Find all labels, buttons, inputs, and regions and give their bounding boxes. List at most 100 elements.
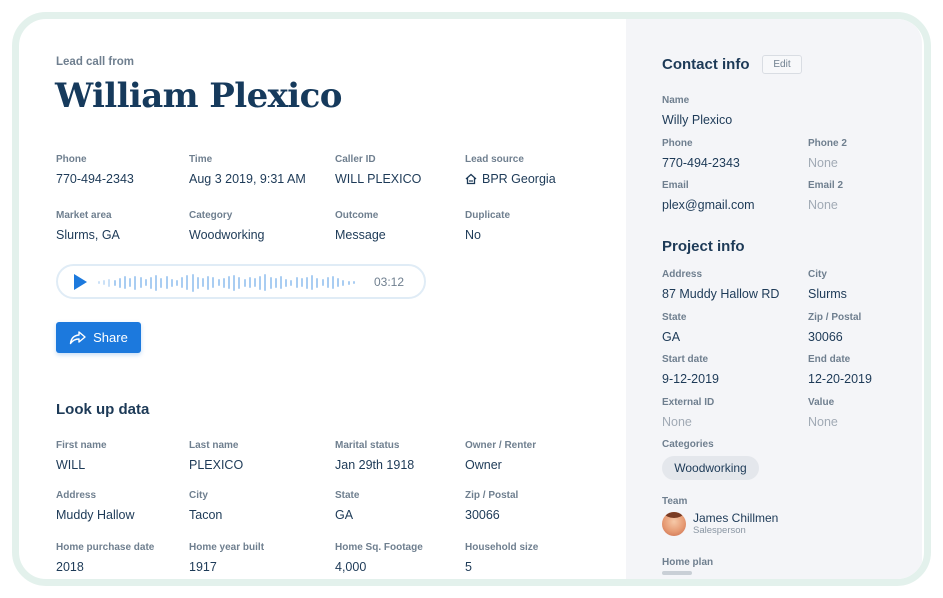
contact-project-panel: Contact info Edit Name Willy Plexico Pho… bbox=[626, 19, 922, 579]
field-label: Last name bbox=[189, 440, 239, 451]
field-label: Team bbox=[662, 496, 688, 507]
field-label: Zip / Postal bbox=[808, 312, 862, 323]
waveform-bar bbox=[311, 275, 314, 290]
field-label: Email 2 bbox=[808, 180, 844, 191]
lookup-home-purchase-date: Home purchase date 2018 bbox=[56, 542, 154, 574]
waveform-bar bbox=[300, 278, 303, 287]
share-button[interactable]: Share bbox=[56, 322, 141, 353]
field-label: State bbox=[335, 490, 360, 501]
field-value: Muddy Hallow bbox=[56, 508, 135, 522]
lookup-state: State GA bbox=[335, 490, 359, 522]
project-info-title: Project info bbox=[662, 238, 745, 255]
field-value: Message bbox=[335, 228, 386, 242]
house-icon bbox=[465, 173, 477, 185]
field-value: 9-12-2019 bbox=[662, 372, 719, 386]
lead-source-value[interactable]: BPR Georgia bbox=[465, 172, 556, 186]
waveform-bar bbox=[118, 277, 121, 288]
waveform-bar bbox=[306, 276, 308, 289]
lead-source-text: BPR Georgia bbox=[482, 172, 556, 186]
avatar[interactable] bbox=[662, 512, 686, 536]
field-label: Phone bbox=[662, 138, 693, 149]
waveform-bar bbox=[160, 277, 163, 288]
waveform-bar bbox=[129, 278, 132, 287]
field-value[interactable]: 770-494-2343 bbox=[56, 172, 134, 186]
contact-email: Email plex@gmail.com bbox=[662, 180, 755, 212]
waveform-bar bbox=[165, 276, 168, 289]
lead-details-pane: Lead call from William Plexico Phone 770… bbox=[19, 19, 626, 579]
field-value[interactable]: 770-494-2343 bbox=[662, 156, 740, 170]
waveform-bar bbox=[108, 278, 111, 287]
field-label: Time bbox=[189, 154, 213, 165]
field-label: End date bbox=[808, 354, 851, 365]
lead-eyebrow: Lead call from bbox=[56, 56, 134, 68]
waveform-bar bbox=[191, 273, 194, 292]
waveform-bar bbox=[176, 279, 178, 286]
play-icon[interactable] bbox=[74, 274, 87, 290]
waveform-bar bbox=[342, 279, 345, 286]
field-time: Time Aug 3 2019, 9:31 AM bbox=[189, 154, 306, 186]
waveform-bar bbox=[248, 277, 251, 288]
waveform-bar bbox=[321, 279, 324, 286]
lookup-address: Address Muddy Hallow bbox=[56, 490, 135, 522]
waveform-bar bbox=[259, 275, 262, 290]
waveform-bar bbox=[332, 276, 334, 289]
field-value: No bbox=[465, 228, 481, 242]
audio-waveform[interactable] bbox=[98, 271, 358, 294]
waveform-bar bbox=[352, 281, 355, 284]
waveform-bar bbox=[280, 276, 282, 289]
waveform-bar bbox=[217, 279, 220, 286]
waveform-bar bbox=[124, 276, 126, 289]
project-state: State GA bbox=[662, 312, 686, 344]
call-recording-player: 03:12 bbox=[56, 264, 426, 299]
waveform-bar bbox=[113, 279, 116, 286]
field-label: Address bbox=[56, 490, 97, 501]
field-label: City bbox=[808, 269, 827, 280]
field-label: Email bbox=[662, 180, 689, 191]
field-value: Willy Plexico bbox=[662, 113, 733, 127]
waveform-bar bbox=[316, 277, 319, 288]
field-label: Lead source bbox=[465, 154, 524, 165]
field-label: City bbox=[189, 490, 208, 501]
project-external-id: External ID None bbox=[662, 397, 714, 429]
field-category: Category Woodworking bbox=[189, 210, 265, 242]
field-market-area: Market area Slurms, GA bbox=[56, 210, 120, 242]
waveform-bar bbox=[186, 275, 189, 290]
team-member-role: Salesperson bbox=[693, 525, 746, 536]
lookup-household-size: Household size 5 bbox=[465, 542, 538, 574]
field-label: External ID bbox=[662, 397, 715, 408]
field-label: Household size bbox=[465, 542, 539, 553]
clipped-value bbox=[662, 571, 692, 575]
field-value: Jan 29th 1918 bbox=[335, 458, 415, 472]
edit-contact-button[interactable]: Edit bbox=[762, 55, 802, 74]
contact-info-title: Contact info bbox=[662, 56, 750, 73]
waveform-bar bbox=[274, 277, 277, 288]
field-value: 5 bbox=[465, 560, 472, 574]
waveform-bar bbox=[337, 278, 340, 287]
waveform-bar bbox=[98, 281, 100, 284]
project-end-date: End date 12-20-2019 bbox=[808, 354, 872, 386]
project-city: City Slurms bbox=[808, 269, 847, 301]
field-label: Home purchase date bbox=[56, 542, 155, 553]
recording-duration: 03:12 bbox=[374, 275, 405, 289]
lookup-zip: Zip / Postal 30066 bbox=[465, 490, 518, 522]
waveform-bar bbox=[222, 277, 225, 288]
field-label: Category bbox=[189, 210, 233, 221]
field-value: 1917 bbox=[189, 560, 217, 574]
waveform-bar bbox=[233, 274, 236, 291]
field-label: Zip / Postal bbox=[465, 490, 519, 501]
waveform-bar bbox=[238, 276, 241, 289]
lookup-marital-status: Marital status Jan 29th 1918 bbox=[335, 440, 414, 472]
field-outcome: Outcome Message bbox=[335, 210, 386, 242]
project-categories: Categories bbox=[662, 439, 714, 457]
lookup-city: City Tacon bbox=[189, 490, 222, 522]
field-value: None bbox=[662, 415, 692, 429]
waveform-bar bbox=[285, 278, 288, 287]
category-chip[interactable]: Woodworking bbox=[662, 456, 759, 480]
waveform-bar bbox=[170, 278, 173, 287]
field-label: Outcome bbox=[335, 210, 379, 221]
waveform-bar bbox=[264, 274, 267, 291]
field-value: Slurms bbox=[808, 287, 847, 301]
team-member-name[interactable]: James Chillmen bbox=[693, 511, 778, 525]
waveform-bar bbox=[207, 275, 210, 290]
field-value[interactable]: plex@gmail.com bbox=[662, 198, 755, 212]
